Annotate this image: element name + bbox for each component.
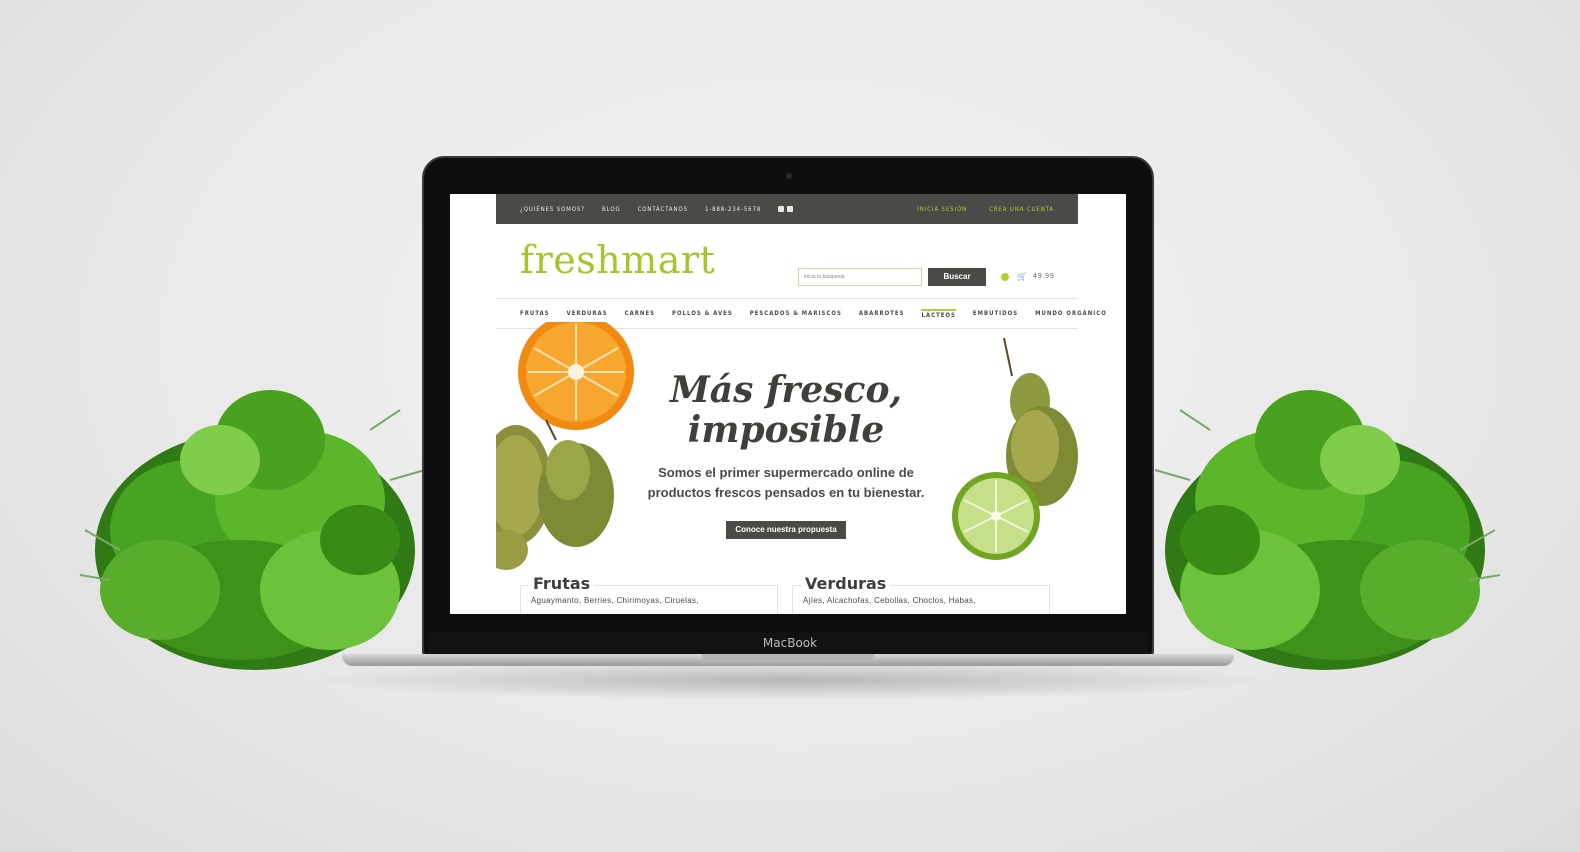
hero-subtitle: Somos el primer supermercado online de p… [616, 463, 956, 503]
nav-item-lacteos[interactable]: LÁCTEOS [921, 308, 956, 319]
nav-item-verduras[interactable]: VERDURAS [567, 310, 608, 317]
camera-icon [786, 173, 792, 179]
category-title: Verduras [801, 574, 891, 593]
parsley-bush-left [79, 390, 426, 670]
cart-icon[interactable]: 🛒 [1017, 273, 1027, 281]
laptop-notch [702, 654, 874, 660]
category-items: Aguaymanto, Berries, Chirimoyas, Ciruela… [531, 596, 699, 605]
nav-item-abarrotes[interactable]: ABARROTES [859, 310, 905, 317]
hero-title-line-2: imposible [687, 409, 885, 451]
freshmart-logo[interactable]: freshmart [520, 238, 715, 282]
account-icon[interactable] [1001, 273, 1009, 281]
floor-shadow [300, 660, 1280, 700]
search-input[interactable]: Inicia tu búsqueda [798, 268, 922, 286]
nav-item-pescados[interactable]: PESCADOS & MARISCOS [750, 310, 842, 317]
nav-item-organico[interactable]: MUNDO ORGÁNICO [1035, 310, 1107, 317]
hero-title: Más fresco, imposible [636, 370, 936, 450]
login-link[interactable]: INICIA SESIÓN [917, 206, 967, 213]
twitter-icon[interactable] [787, 206, 794, 212]
laptop-brand-label: MacBook [762, 636, 818, 650]
pears-left-image [496, 419, 614, 570]
nav-item-carnes[interactable]: CARNES [625, 310, 655, 317]
website: ¿QUIÉNES SOMOS? BLOG CONTÁCTANOS 1-888-2… [496, 194, 1106, 614]
site-header: freshmart Inicia tu búsqueda Buscar 🛒 49… [496, 224, 1078, 299]
facebook-icon[interactable] [778, 206, 785, 212]
laptop-screen: ¿QUIÉNES SOMOS? BLOG CONTÁCTANOS 1-888-2… [450, 194, 1126, 614]
category-card-verduras[interactable]: Verduras Ajíes, Alcachofas, Cebollas, Ch… [792, 574, 1050, 614]
social-links [778, 206, 794, 212]
cart-total[interactable]: 49.99 [1033, 273, 1055, 280]
hero-banner: Más fresco, imposible Somos el primer su… [496, 322, 1078, 570]
category-card-frutas[interactable]: Frutas Aguaymanto, Berries, Chirimoyas, … [520, 574, 778, 614]
nav-item-pollos[interactable]: POLLOS & AVES [672, 310, 733, 317]
hero-subtitle-line-1: Somos el primer supermercado online de [658, 465, 914, 480]
lime-slice-image [952, 472, 1040, 560]
hero-title-line-1: Más fresco, [669, 369, 903, 411]
category-title: Frutas [529, 574, 595, 593]
search-button[interactable]: Buscar [928, 268, 986, 286]
top-bar: ¿QUIÉNES SOMOS? BLOG CONTÁCTANOS 1-888-2… [496, 194, 1078, 224]
contact-link[interactable]: CONTÁCTANOS [638, 206, 688, 213]
category-items: Ajíes, Alcachofas, Cebollas, Choclos, Ha… [803, 596, 976, 605]
parsley-bush-right [1154, 390, 1501, 670]
proposal-button[interactable]: Conoce nuestra propuesta [726, 521, 846, 539]
register-link[interactable]: CREA UNA CUENTA [989, 206, 1054, 213]
nav-item-frutas[interactable]: FRUTAS [520, 310, 550, 317]
phone-number: 1-888-234-5678 [704, 205, 762, 213]
nav-item-embutidos[interactable]: EMBUTIDOS [973, 310, 1018, 317]
blog-link[interactable]: BLOG [602, 206, 621, 213]
hero-subtitle-line-2: productos frescos pensados en tu bienest… [647, 485, 925, 500]
about-link[interactable]: ¿QUIÉNES SOMOS? [520, 206, 585, 213]
